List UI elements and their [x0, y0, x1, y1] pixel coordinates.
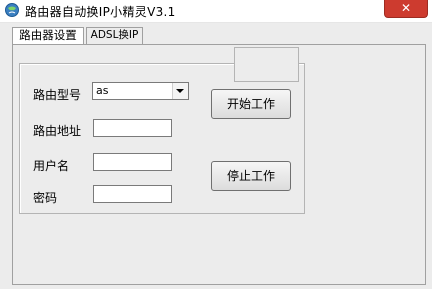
router-address-label: 路由地址: [33, 124, 82, 138]
username-label: 用户名: [33, 159, 70, 173]
router-model-label: 路由型号: [33, 88, 82, 102]
password-field[interactable]: [93, 185, 172, 203]
app-icon: [5, 3, 19, 17]
dropdown-button[interactable]: [172, 83, 188, 99]
router-model-select[interactable]: as: [92, 82, 189, 100]
chevron-down-icon: [176, 89, 184, 93]
tab-adsl-change-ip[interactable]: ADSL换IP: [86, 27, 143, 44]
tab-router-settings[interactable]: 路由器设置: [12, 27, 84, 44]
username-field[interactable]: [93, 153, 172, 171]
password-label: 密码: [33, 191, 58, 205]
router-address-field[interactable]: [93, 119, 172, 137]
app-window: 路由器自动换IP小精灵V3.1 ✕ 路由器设置 ADSL换IP 路由型号 as …: [0, 0, 432, 289]
stop-button[interactable]: 停止工作: [211, 161, 291, 191]
router-model-value: as: [96, 84, 109, 97]
window-title: 路由器自动换IP小精灵V3.1: [25, 5, 176, 19]
close-icon: ✕: [400, 1, 412, 15]
start-button[interactable]: 开始工作: [211, 89, 291, 119]
title-bar: 路由器自动换IP小精灵V3.1 ✕: [0, 0, 432, 23]
status-box: [234, 47, 299, 82]
close-button[interactable]: ✕: [384, 0, 428, 18]
